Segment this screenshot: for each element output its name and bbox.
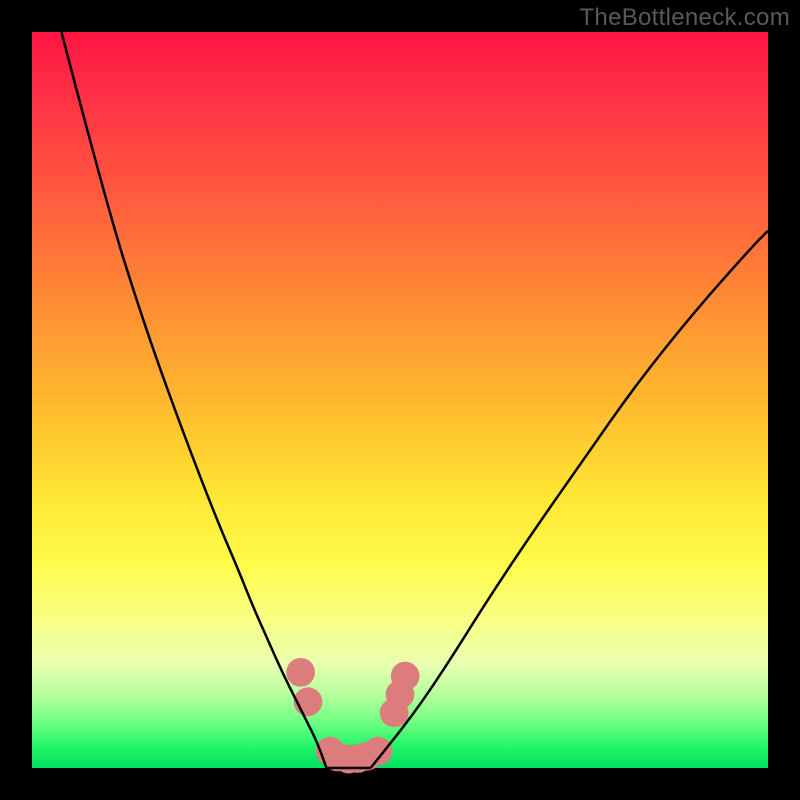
curve-layer: [32, 32, 768, 768]
watermark-text: TheBottleneck.com: [579, 4, 790, 32]
curve-left: [61, 32, 326, 768]
plot-area: [32, 32, 768, 768]
cluster-point: [364, 737, 393, 766]
cluster-points: [286, 658, 419, 774]
cluster-point: [286, 658, 315, 687]
curve-right: [371, 231, 768, 768]
chart-frame: TheBottleneck.com: [0, 0, 800, 800]
cluster-point: [391, 662, 420, 691]
